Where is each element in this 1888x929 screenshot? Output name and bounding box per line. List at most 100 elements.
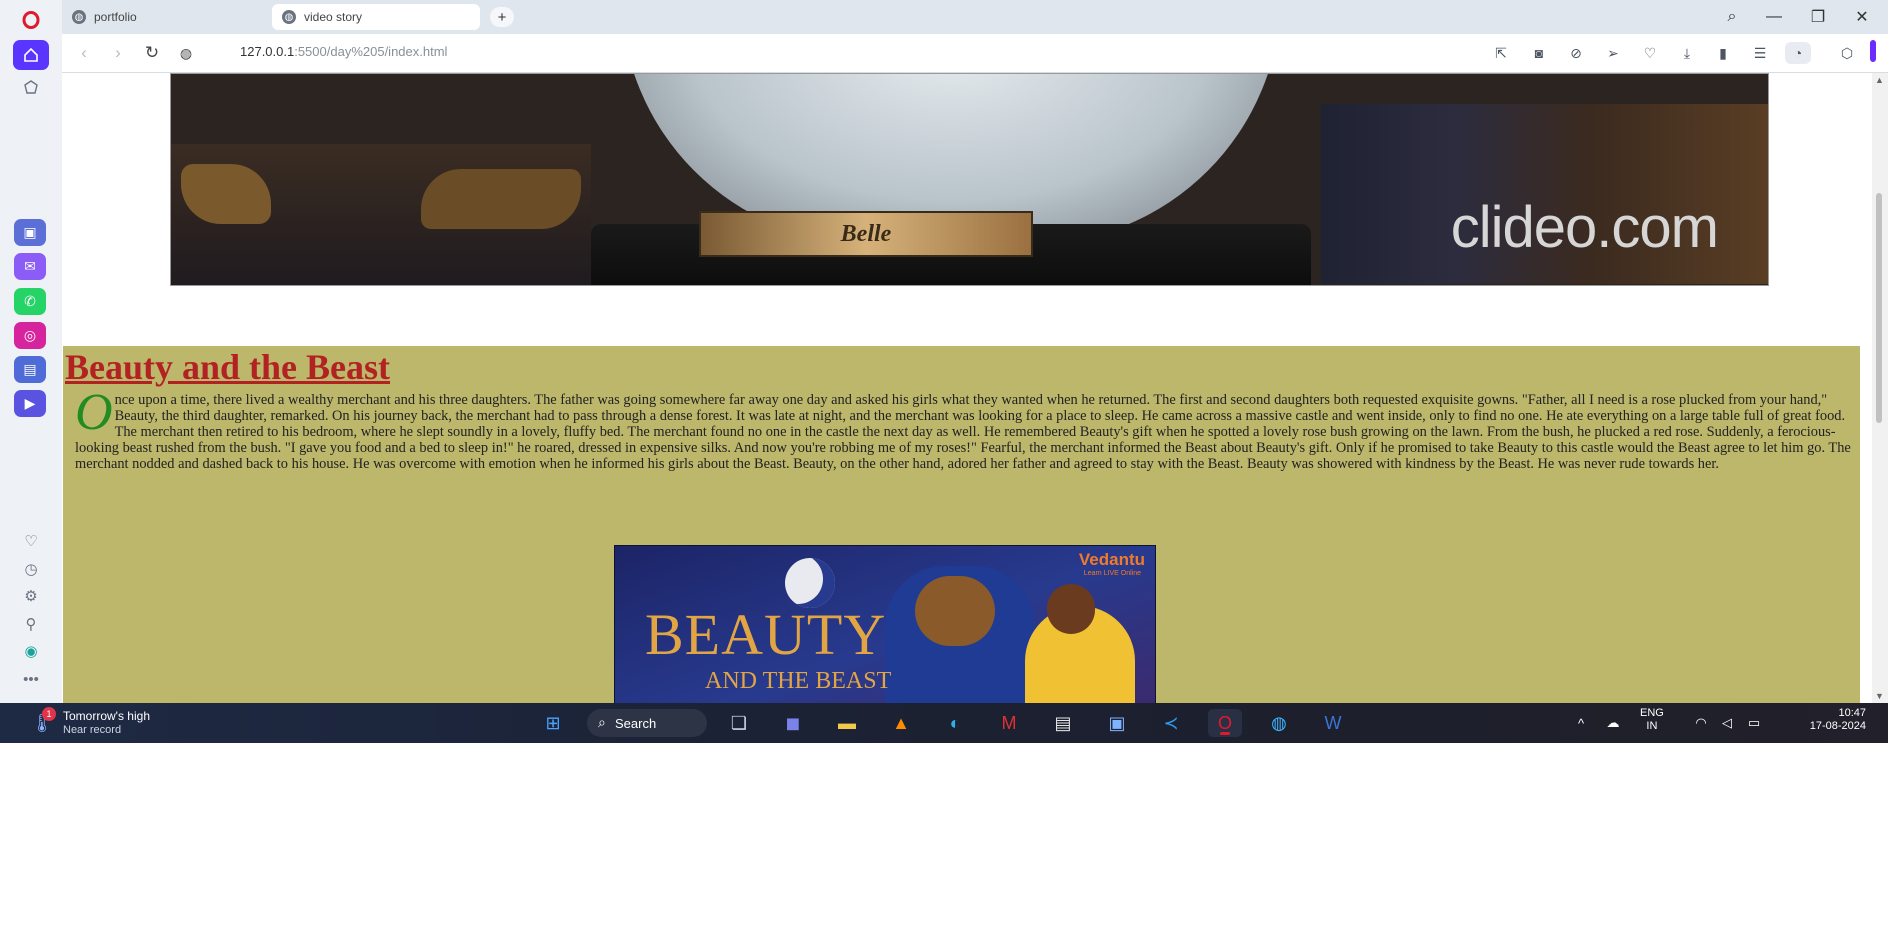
- battery-saver-icon[interactable]: ▮: [1712, 42, 1734, 64]
- search-icon: ⌕: [598, 714, 606, 730]
- search-label: Search: [615, 715, 657, 731]
- tab-label: video story: [304, 10, 363, 24]
- scroll-down-icon[interactable]: ▼: [1875, 691, 1884, 701]
- send-icon[interactable]: ➢: [1602, 42, 1624, 64]
- restore-button[interactable]: ❐: [1798, 4, 1838, 30]
- url-host: 127.0.0.1: [240, 44, 295, 59]
- opera-sidebar: ▣ ✉ ✆ ◎ ▤ ▶ ♡ ◷ ⚙ ⚲ ◉ •••: [0, 0, 62, 703]
- player-icon[interactable]: ▶: [14, 390, 46, 417]
- tab-video-story[interactable]: ◍ video story: [272, 4, 480, 30]
- snapshot-camera-icon[interactable]: ◙: [1528, 42, 1550, 64]
- history-icon[interactable]: ◷: [21, 559, 41, 579]
- story-body: nce upon a time, there lived a wealthy m…: [75, 392, 1851, 472]
- photos-app-icon[interactable]: ▣: [14, 219, 46, 246]
- new-tab-button[interactable]: +: [490, 7, 514, 27]
- more-icon[interactable]: •••: [21, 669, 41, 689]
- wifi-icon[interactable]: ◠: [1690, 709, 1712, 737]
- poster-title: BEAUTY: [645, 602, 887, 667]
- network-app-icon[interactable]: ▣: [1100, 709, 1134, 737]
- globe-icon: ◍: [72, 10, 86, 24]
- poster-belle-head: [1047, 584, 1095, 634]
- taskbar-search[interactable]: ⌕ Search: [587, 709, 707, 737]
- poster-brand-tagline: Learn LIVE Online: [1083, 570, 1141, 577]
- whatsapp-icon[interactable]: ✆: [14, 288, 46, 315]
- extension-icon[interactable]: ◉: [21, 641, 41, 661]
- page-viewport: Belle clideo.com Beauty and the Beast On…: [62, 73, 1872, 703]
- globe-icon: ◍: [282, 10, 296, 24]
- pinboard-icon[interactable]: [13, 72, 49, 102]
- close-button[interactable]: ✕: [1842, 4, 1882, 30]
- page-scrollbar[interactable]: ▲ ▼: [1872, 73, 1888, 703]
- profile-icon[interactable]: ◔: [1785, 42, 1811, 64]
- aria-ai-icon[interactable]: ▤: [14, 356, 46, 383]
- extensions-cube-icon[interactable]: ⬡: [1836, 42, 1858, 64]
- story-title: Beauty and the Beast: [65, 347, 391, 387]
- adblock-shield-icon[interactable]: ⊘: [1565, 42, 1587, 64]
- battery-icon[interactable]: ▭: [1742, 709, 1766, 737]
- share-icon[interactable]: ⇱: [1490, 42, 1512, 64]
- word-icon[interactable]: W: [1316, 709, 1350, 737]
- tips-bulb-icon[interactable]: ⚲: [21, 614, 41, 634]
- home-icon[interactable]: [13, 40, 49, 70]
- settings-gear-icon[interactable]: ⚙: [21, 586, 41, 606]
- clock[interactable]: 10:47 17-08-2024: [1786, 707, 1866, 733]
- clock-date: 17-08-2024: [1809, 720, 1866, 732]
- download-icon[interactable]: ⤓: [1676, 42, 1698, 64]
- windows-taskbar: 🌡 1 Tomorrow's high Near record ⊞ ⌕ Sear…: [0, 703, 1888, 743]
- weather-subtitle[interactable]: Near record: [63, 724, 121, 736]
- url-path: :5500/day%205/index.html: [294, 44, 448, 59]
- instagram-icon[interactable]: ◎: [14, 322, 46, 349]
- teams-icon[interactable]: ◼: [776, 709, 810, 737]
- opera-taskbar-icon[interactable]: O: [1208, 709, 1242, 737]
- clock-time: 10:47: [1838, 707, 1866, 719]
- vlc-icon[interactable]: ▲: [884, 709, 918, 737]
- messenger-icon[interactable]: ✉: [14, 253, 46, 280]
- heart-icon[interactable]: ♡: [21, 531, 41, 551]
- edge-icon[interactable]: ◐: [938, 709, 972, 737]
- forward-icon[interactable]: ›: [104, 40, 132, 66]
- site-info-icon[interactable]: ◍: [172, 40, 200, 66]
- story-paragraph: Once upon a time, there lived a wealthy …: [75, 384, 1853, 473]
- minimize-button[interactable]: —: [1754, 4, 1794, 30]
- story-poster-image: BEAUTY AND THE BEAST Vedantu Learn LIVE …: [614, 545, 1156, 703]
- poster-brand: Vedantu: [1078, 550, 1145, 569]
- scroll-up-icon[interactable]: ▲: [1875, 75, 1884, 85]
- vscode-icon[interactable]: ≺: [1154, 709, 1188, 737]
- tab-label: portfolio: [94, 10, 137, 24]
- tab-portfolio[interactable]: ◍ portfolio: [62, 4, 262, 30]
- video-scene-ornament: [421, 169, 581, 229]
- start-windows-icon[interactable]: ⊞: [536, 709, 570, 737]
- weather-title[interactable]: Tomorrow's high: [63, 709, 150, 723]
- story-video[interactable]: Belle clideo.com: [170, 73, 1769, 286]
- store-icon[interactable]: ▤: [1046, 709, 1080, 737]
- video-plaque: Belle: [699, 211, 1033, 257]
- video-watermark: clideo.com: [1450, 195, 1719, 260]
- lang-line1: ENG: [1640, 707, 1664, 719]
- poster-beast-head: [915, 576, 995, 646]
- poster-subtitle: AND THE BEAST: [705, 668, 892, 694]
- file-explorer-icon[interactable]: ▬: [830, 709, 864, 737]
- address-bar: ‹ › ↻ ◍ 127.0.0.1:5500/day%205/index.htm…: [62, 34, 1888, 73]
- story-section: Beauty and the Beast Once upon a time, t…: [63, 346, 1860, 703]
- reload-icon[interactable]: ↻: [138, 40, 166, 66]
- lang-line2: IN: [1646, 720, 1658, 732]
- weather-badge: 1: [42, 707, 56, 721]
- task-view-icon[interactable]: ❏: [722, 709, 756, 737]
- drop-cap: O: [75, 384, 113, 441]
- scrollbar-thumb[interactable]: [1876, 193, 1882, 423]
- volume-icon[interactable]: ◁: [1716, 709, 1738, 737]
- back-icon[interactable]: ‹: [70, 40, 98, 66]
- tab-strip: ◍ portfolio ◍ video story + ⌕ — ❐ ✕: [62, 0, 1888, 34]
- tab-search-icon[interactable]: ⌕: [1712, 4, 1752, 30]
- sidebar-accent-bar: [1870, 40, 1876, 62]
- tray-chevron-icon[interactable]: ^: [1570, 709, 1592, 737]
- language-indicator[interactable]: ENG IN: [1640, 707, 1664, 733]
- opera-logo-icon[interactable]: [13, 5, 49, 35]
- browser-app-icon[interactable]: ◍: [1262, 709, 1296, 737]
- mcafee-icon[interactable]: M: [992, 709, 1026, 737]
- url-field[interactable]: 127.0.0.1:5500/day%205/index.html: [240, 44, 447, 59]
- bookmark-heart-icon[interactable]: ♡: [1639, 42, 1661, 64]
- screen: ▣ ✉ ✆ ◎ ▤ ▶ ♡ ◷ ⚙ ⚲ ◉ ••• ◍ portfolio ◍ …: [0, 0, 1888, 743]
- onedrive-cloud-icon[interactable]: ☁: [1600, 709, 1626, 737]
- easy-setup-icon[interactable]: ☰: [1749, 42, 1771, 64]
